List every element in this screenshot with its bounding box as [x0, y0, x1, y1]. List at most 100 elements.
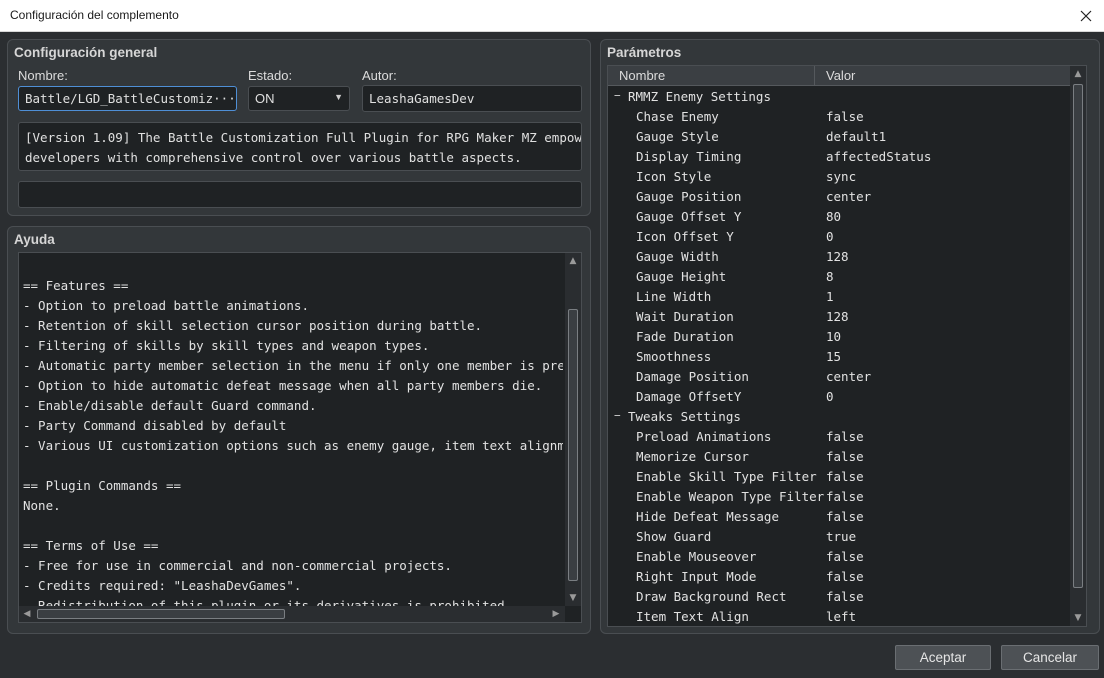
column-header-value[interactable]: Valor: [826, 68, 855, 83]
help-horizontal-scrollbar[interactable]: ◀ ▶: [19, 606, 565, 622]
scroll-up-icon[interactable]: ▲: [1071, 67, 1085, 81]
name-field[interactable]: Battle/LGD_BattleCustomiz···: [18, 86, 237, 111]
param-name: Gauge Style: [636, 129, 719, 144]
param-row[interactable]: Chase Enemy false: [608, 107, 1070, 127]
param-row[interactable]: Gauge Position center: [608, 187, 1070, 207]
help-vertical-scrollbar[interactable]: ▲ ▼: [565, 253, 581, 606]
scroll-left-icon[interactable]: ◀: [20, 607, 34, 621]
param-row[interactable]: Gauge Style default1: [608, 127, 1070, 147]
param-value: sync: [826, 169, 857, 184]
param-name: Wait Duration: [636, 309, 734, 324]
param-value: false: [826, 489, 864, 504]
close-icon: [1080, 10, 1092, 21]
param-value: 1: [826, 289, 834, 304]
param-name: Smoothness: [636, 349, 712, 364]
scroll-up-icon[interactable]: ▲: [566, 254, 580, 268]
group-label: Tweaks Settings: [628, 409, 741, 424]
param-name: Damage OffsetY: [636, 389, 742, 404]
param-value: 10: [826, 329, 842, 344]
param-row[interactable]: Smoothness 15: [608, 347, 1070, 367]
param-value: false: [826, 469, 864, 484]
param-value: true: [826, 529, 857, 544]
param-name: Gauge Offset Y: [636, 209, 742, 224]
param-row[interactable]: Damage Position center: [608, 367, 1070, 387]
general-settings-title: Configuración general: [14, 45, 158, 60]
param-value: 80: [826, 209, 842, 224]
param-value: 8: [826, 269, 834, 284]
accept-button[interactable]: Aceptar: [895, 645, 991, 670]
param-row[interactable]: Wait Duration 128: [608, 307, 1070, 327]
param-name: Preload Animations: [636, 429, 772, 444]
tree-group-row[interactable]: − RMMZ Enemy Settings: [608, 87, 1070, 107]
param-value: false: [826, 589, 864, 604]
param-row[interactable]: Enable Mouseover false: [608, 547, 1070, 567]
group-label: RMMZ Enemy Settings: [628, 89, 771, 104]
close-button[interactable]: [1068, 0, 1104, 31]
cancel-button[interactable]: Cancelar: [1001, 645, 1099, 670]
param-row[interactable]: Damage OffsetY 0: [608, 387, 1070, 407]
param-value: 0: [826, 389, 834, 404]
help-panel: Ayuda == Features == - Option to preload…: [7, 226, 591, 634]
param-name: Gauge Height: [636, 269, 727, 284]
description-text: [Version 1.09] The Battle Customization …: [25, 130, 582, 165]
param-row[interactable]: Icon Offset Y 0: [608, 227, 1070, 247]
param-row[interactable]: Enable Skill Type Filter false: [608, 467, 1070, 487]
param-name: Enable Skill Type Filter: [636, 469, 817, 484]
author-field[interactable]: LeashaGamesDev: [362, 85, 582, 112]
param-name: Gauge Position: [636, 189, 742, 204]
status-select[interactable]: ON ▼: [248, 86, 350, 111]
parameters-vscroll-thumb[interactable]: [1073, 84, 1083, 588]
collapse-icon[interactable]: −: [614, 409, 621, 422]
parameters-vertical-scrollbar[interactable]: ▲ ▼: [1070, 66, 1086, 626]
param-name: Enable Mouseover: [636, 549, 757, 564]
scroll-down-icon[interactable]: ▼: [566, 591, 580, 605]
help-text-area[interactable]: == Features == - Option to preload battl…: [18, 252, 582, 623]
scroll-right-icon[interactable]: ▶: [549, 607, 563, 621]
column-divider: [814, 66, 815, 86]
param-row[interactable]: Item Text Align left: [608, 607, 1070, 626]
help-hscroll-thumb[interactable]: [37, 609, 285, 619]
param-value: center: [826, 369, 872, 384]
param-row[interactable]: Fade Duration 10: [608, 327, 1070, 347]
collapse-icon[interactable]: −: [614, 89, 621, 102]
status-value: ON: [255, 91, 275, 106]
column-header-name[interactable]: Nombre: [619, 68, 665, 83]
param-row[interactable]: Preload Animations false: [608, 427, 1070, 447]
param-value: false: [826, 509, 864, 524]
param-row[interactable]: Draw Background Rect false: [608, 587, 1070, 607]
scroll-down-icon[interactable]: ▼: [1071, 611, 1085, 625]
param-name: Icon Offset Y: [636, 229, 734, 244]
name-value: Battle/LGD_BattleCustomiz···: [25, 91, 236, 106]
extra-field[interactable]: [18, 181, 582, 208]
description-field[interactable]: [Version 1.09] The Battle Customization …: [18, 122, 582, 171]
chevron-down-icon: ▼: [334, 92, 343, 102]
param-row[interactable]: Gauge Offset Y 80: [608, 207, 1070, 227]
param-value: 0: [826, 229, 834, 244]
param-row[interactable]: Display Timing affectedStatus: [608, 147, 1070, 167]
parameters-tree[interactable]: Nombre Valor − RMMZ Enemy Settings Chase…: [607, 65, 1087, 627]
param-row[interactable]: Line Width 1: [608, 287, 1070, 307]
param-value: 15: [826, 349, 842, 364]
help-text: == Features == - Option to preload battl…: [23, 278, 563, 606]
param-row[interactable]: Hide Defeat Message false: [608, 507, 1070, 527]
param-name: Display Timing: [636, 149, 742, 164]
param-row[interactable]: Right Input Mode false: [608, 567, 1070, 587]
param-value: false: [826, 109, 864, 124]
param-name: Chase Enemy: [636, 109, 719, 124]
param-value: center: [826, 189, 872, 204]
param-value: left: [826, 609, 857, 624]
param-row[interactable]: Memorize Cursor false: [608, 447, 1070, 467]
tree-group-row[interactable]: − Tweaks Settings: [608, 407, 1070, 427]
param-row[interactable]: Gauge Height 8: [608, 267, 1070, 287]
help-vscroll-thumb[interactable]: [568, 309, 578, 581]
param-value: false: [826, 569, 864, 584]
param-row[interactable]: Gauge Width 128: [608, 247, 1070, 267]
param-value: default1: [826, 129, 887, 144]
param-name: Hide Defeat Message: [636, 509, 779, 524]
author-label: Autor:: [362, 68, 397, 83]
param-row[interactable]: Enable Weapon Type Filter false: [608, 487, 1070, 507]
param-name: Enable Weapon Type Filter: [636, 489, 825, 504]
param-name: Right Input Mode: [636, 569, 757, 584]
param-row[interactable]: Show Guard true: [608, 527, 1070, 547]
param-row[interactable]: Icon Style sync: [608, 167, 1070, 187]
